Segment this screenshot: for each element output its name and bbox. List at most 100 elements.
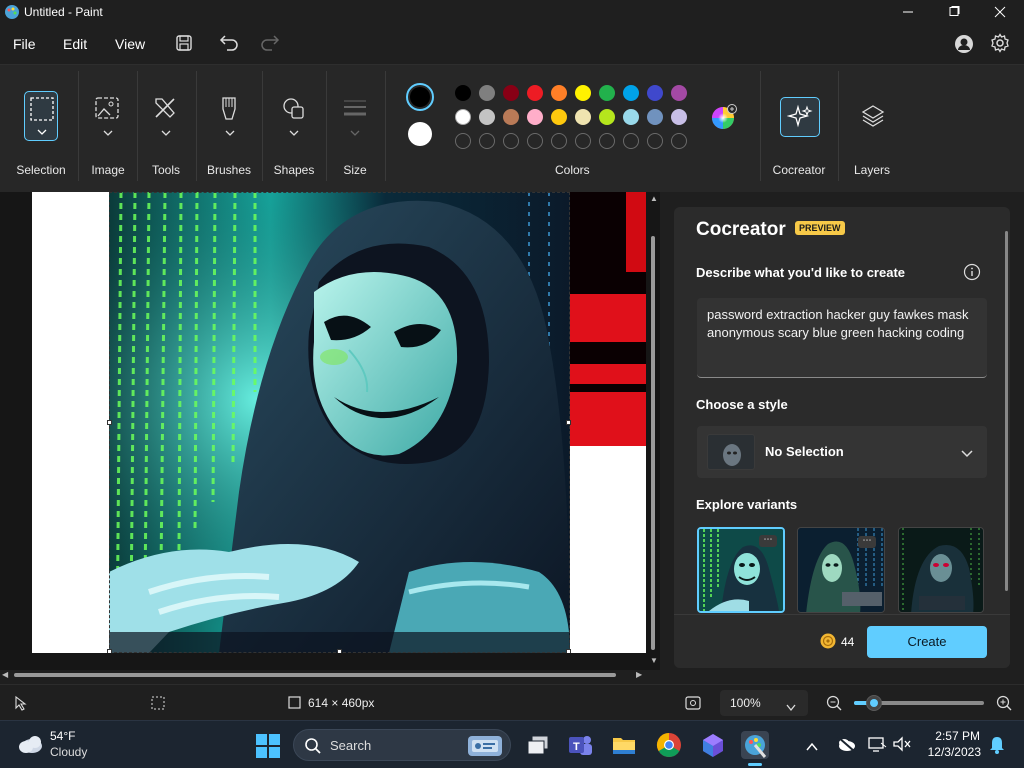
custom-color-slot[interactable] <box>455 133 471 149</box>
color-swatch[interactable] <box>479 85 495 101</box>
color-swatch[interactable] <box>551 85 567 101</box>
file-explorer-icon[interactable] <box>610 731 638 759</box>
variant-more-icon[interactable]: ⋯ <box>858 536 876 548</box>
color-swatch[interactable] <box>575 109 591 125</box>
menu-edit[interactable]: Edit <box>63 36 87 52</box>
color-swatch[interactable] <box>599 109 615 125</box>
scroll-left-icon[interactable]: ◀ <box>2 670 8 679</box>
color-swatch[interactable] <box>575 85 591 101</box>
zoom-in-icon[interactable] <box>996 695 1012 716</box>
scroll-up-icon[interactable]: ▲ <box>650 194 658 203</box>
shapes-icon[interactable] <box>280 95 308 144</box>
fit-to-window-icon[interactable] <box>684 694 702 717</box>
chrome-icon[interactable] <box>655 731 683 759</box>
selection-handle[interactable] <box>566 420 571 425</box>
color-swatch[interactable] <box>527 85 543 101</box>
scroll-down-icon[interactable]: ▼ <box>650 656 658 665</box>
vertical-scroll-thumb[interactable] <box>651 236 655 650</box>
selection-marquee[interactable] <box>107 192 571 653</box>
custom-color-slot[interactable] <box>479 133 495 149</box>
undo-icon[interactable] <box>219 32 241 59</box>
info-icon[interactable] <box>963 263 981 286</box>
horizontal-scroll-thumb[interactable] <box>14 673 616 677</box>
zoom-slider-thumb[interactable] <box>865 695 882 711</box>
network-icon[interactable] <box>867 735 887 758</box>
drawing-canvas[interactable] <box>32 192 646 653</box>
chevron-up-icon[interactable] <box>806 739 818 757</box>
paint-taskbar-icon[interactable] <box>741 731 769 766</box>
teams-icon[interactable]: T <box>566 731 594 759</box>
selection-button[interactable] <box>24 91 58 141</box>
maximize-button[interactable] <box>931 0 977 24</box>
variant-thumbnail-3[interactable] <box>898 527 984 613</box>
custom-color-slot[interactable] <box>623 133 639 149</box>
primary-color-button[interactable] <box>406 83 434 111</box>
taskbar-search-box[interactable]: Search <box>293 729 511 761</box>
zoom-dropdown[interactable]: 100% <box>720 690 808 716</box>
custom-color-slot[interactable] <box>527 133 543 149</box>
cloudy-weather-icon[interactable] <box>16 733 44 760</box>
task-view-icon[interactable] <box>524 731 552 759</box>
close-button[interactable] <box>977 0 1023 24</box>
tools-icon[interactable] <box>152 95 180 144</box>
panel-scroll-thumb[interactable] <box>1005 231 1008 591</box>
color-swatch[interactable] <box>647 85 663 101</box>
custom-color-slot[interactable] <box>647 133 663 149</box>
image-icon[interactable] <box>94 95 122 144</box>
variant-more-icon[interactable]: ⋯ <box>759 535 777 547</box>
color-swatch[interactable] <box>647 109 663 125</box>
custom-color-slot[interactable] <box>599 133 615 149</box>
color-swatch[interactable] <box>551 109 567 125</box>
vertical-scrollbar[interactable]: ▲ ▼ <box>648 194 658 666</box>
color-swatch[interactable] <box>527 109 543 125</box>
zoom-slider[interactable] <box>854 695 984 711</box>
app-cube-icon[interactable] <box>699 731 727 759</box>
selection-handle[interactable] <box>107 420 112 425</box>
style-dropdown[interactable]: No Selection <box>697 426 987 478</box>
custom-color-slot[interactable] <box>503 133 519 149</box>
color-swatch[interactable] <box>623 109 639 125</box>
windows-start-icon[interactable] <box>255 733 281 764</box>
variant-thumbnail-1[interactable]: ⋯ <box>697 527 785 613</box>
custom-color-slot[interactable] <box>575 133 591 149</box>
edit-colors-icon[interactable] <box>710 103 738 136</box>
color-swatch[interactable] <box>623 85 639 101</box>
custom-color-slot[interactable] <box>551 133 567 149</box>
selection-handle[interactable] <box>107 649 112 653</box>
menu-file[interactable]: File <box>13 36 36 52</box>
layers-icon[interactable] <box>860 103 886 134</box>
onedrive-icon[interactable] <box>836 735 856 758</box>
taskbar-date[interactable]: 12/3/2023 <box>921 745 981 759</box>
redo-icon[interactable] <box>258 32 280 59</box>
color-swatch[interactable] <box>479 109 495 125</box>
selection-handle[interactable] <box>566 649 571 653</box>
horizontal-scrollbar[interactable]: ◀ ▶ <box>2 670 646 680</box>
create-button[interactable]: Create <box>867 626 987 658</box>
secondary-color-button[interactable] <box>408 122 432 146</box>
color-swatch[interactable] <box>503 109 519 125</box>
volume-muted-icon[interactable] <box>892 735 912 758</box>
variant-thumbnail-2[interactable]: ⋯ <box>797 527 885 613</box>
color-swatch[interactable] <box>671 85 687 101</box>
minimize-button[interactable] <box>885 0 931 24</box>
menu-view[interactable]: View <box>115 36 145 52</box>
color-swatch[interactable] <box>455 109 471 125</box>
color-swatch[interactable] <box>599 85 615 101</box>
save-icon[interactable] <box>174 33 194 58</box>
brush-icon[interactable] <box>216 95 244 144</box>
account-icon[interactable] <box>954 34 974 59</box>
color-swatch[interactable] <box>455 85 471 101</box>
selection-handle[interactable] <box>337 649 342 653</box>
custom-color-slot[interactable] <box>671 133 687 149</box>
scroll-right-icon[interactable]: ▶ <box>636 670 642 679</box>
color-swatch[interactable] <box>503 85 519 101</box>
settings-gear-icon[interactable] <box>990 33 1010 58</box>
zoom-out-icon[interactable] <box>826 695 842 716</box>
cocreator-button[interactable] <box>780 97 820 137</box>
size-icon[interactable] <box>341 95 369 144</box>
color-swatch[interactable] <box>671 109 687 125</box>
prompt-textarea[interactable]: password extraction hacker guy fawkes ma… <box>697 298 987 378</box>
canvas-dimensions: 614 × 460px <box>308 696 375 710</box>
taskbar-time[interactable]: 2:57 PM <box>926 729 980 743</box>
notification-bell-icon[interactable] <box>988 735 1006 760</box>
